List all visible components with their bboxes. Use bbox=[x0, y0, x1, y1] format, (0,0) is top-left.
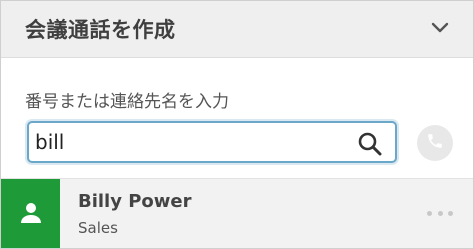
contact-name: Billy Power bbox=[78, 191, 192, 212]
search-icon[interactable] bbox=[357, 131, 383, 157]
search-field[interactable] bbox=[27, 121, 397, 163]
chevron-down-icon[interactable] bbox=[427, 15, 453, 41]
avatar bbox=[1, 179, 60, 248]
create-conference-call-panel: 会議通話を作成 番号または連絡先名を入力 bill Billy Power Sa… bbox=[0, 0, 474, 249]
contact-result-row[interactable]: Billy Power Sales bbox=[1, 178, 473, 248]
panel-header: 会議通話を作成 bbox=[1, 1, 473, 58]
phone-icon bbox=[426, 132, 444, 154]
person-icon bbox=[19, 201, 43, 229]
panel-title: 会議通話を作成 bbox=[25, 18, 176, 42]
search-input[interactable] bbox=[35, 128, 345, 156]
contact-department: Sales bbox=[78, 219, 118, 237]
call-button[interactable] bbox=[417, 125, 453, 161]
more-options-icon[interactable] bbox=[427, 207, 453, 219]
search-label: 番号または連絡先名を入力 bbox=[25, 92, 229, 112]
